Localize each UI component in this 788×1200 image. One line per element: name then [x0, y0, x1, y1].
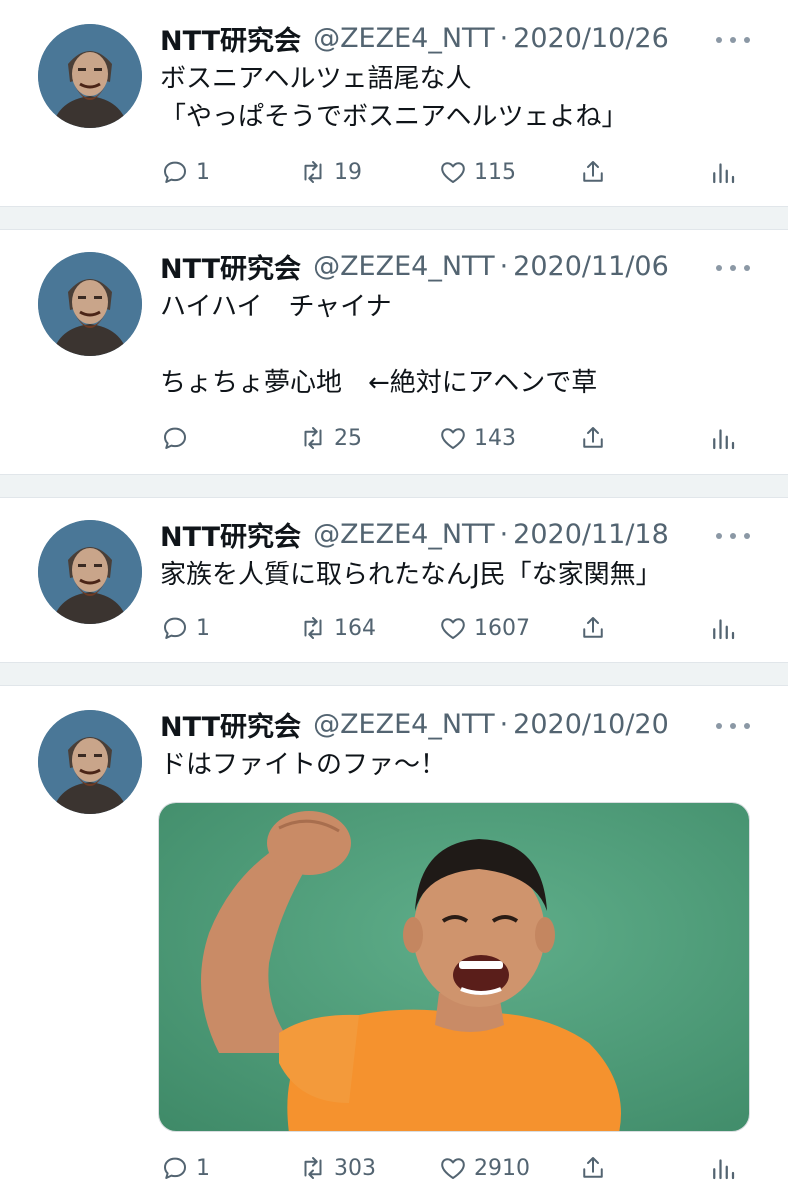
stats-button[interactable]: [708, 1148, 738, 1188]
avatar-portrait-icon: [38, 710, 142, 814]
retweet-button[interactable]: 303: [298, 1148, 376, 1188]
more-horizontal-icon[interactable]: [716, 526, 750, 546]
tweet-text: 家族を人質に取られたなんJ民「な家関無」: [160, 560, 662, 590]
tweet-date[interactable]: 2020/10/20: [513, 709, 669, 740]
like-button[interactable]: 115: [438, 152, 516, 192]
reply-button[interactable]: 1: [160, 1148, 210, 1188]
bar-stats-icon: [713, 163, 735, 184]
tweet-actions: 1 19 115: [0, 152, 788, 192]
tweet-separator: [0, 662, 788, 686]
tweet-text: ドはファイトのファ〜！: [160, 750, 447, 780]
reply-bubble-icon: [164, 1157, 186, 1179]
share-upload-icon: [583, 427, 603, 448]
heart-icon: [441, 428, 465, 449]
retweet-count: 164: [334, 615, 376, 641]
retweet-arrows-icon: [304, 617, 322, 639]
tweet-actions: 1 164 1607: [0, 608, 788, 648]
user-handle[interactable]: @ZEZE4_NTT: [313, 519, 495, 550]
display-name[interactable]: NTT研究会: [160, 247, 301, 286]
share-button[interactable]: [578, 608, 608, 648]
like-count: 143: [474, 425, 516, 451]
share-upload-icon: [583, 1157, 603, 1178]
tweet-text: ハイハイ チャイナ ちょちょ夢心地 ←絶対にアヘンで草: [160, 292, 598, 398]
like-button[interactable]: 2910: [438, 1148, 530, 1188]
tweet-separator: [0, 206, 788, 230]
retweet-arrows-icon: [304, 1157, 322, 1179]
avatar-portrait-icon: [38, 24, 142, 128]
retweet-count: 303: [334, 1155, 376, 1181]
reply-bubble-icon: [164, 617, 186, 639]
heart-icon: [441, 1158, 465, 1179]
tweet-header: NTT研究会 @ZEZE4_NTT · 2020/10/20: [160, 702, 669, 746]
avatar-portrait-icon: [38, 252, 142, 356]
bar-stats-icon: [713, 1159, 735, 1180]
reply-count: 1: [196, 615, 210, 641]
avatar[interactable]: [38, 710, 142, 814]
tweet-date[interactable]: 2020/10/26: [513, 23, 669, 54]
reply-button[interactable]: 1: [160, 608, 210, 648]
header-separator: ·: [499, 250, 509, 282]
more-horizontal-icon[interactable]: [716, 258, 750, 278]
stats-button[interactable]: [708, 418, 738, 458]
tweet-1[interactable]: NTT研究会 @ZEZE4_NTT · 2020/10/26 ボスニアヘルツェ語…: [0, 0, 788, 206]
share-upload-icon: [583, 617, 603, 638]
tweet-actions: 1 303 2910: [0, 1148, 788, 1188]
tweet-header: NTT研究会 @ZEZE4_NTT · 2020/11/06: [160, 244, 669, 288]
tweet-header: NTT研究会 @ZEZE4_NTT · 2020/11/18: [160, 512, 669, 556]
tweet-date[interactable]: 2020/11/18: [513, 519, 669, 550]
retweet-arrows-icon: [304, 427, 322, 449]
share-upload-icon: [583, 161, 603, 182]
share-button[interactable]: [578, 418, 608, 458]
more-horizontal-icon[interactable]: [716, 716, 750, 736]
retweet-count: 25: [334, 425, 362, 451]
stats-button[interactable]: [708, 608, 738, 648]
reply-button[interactable]: 1: [160, 152, 210, 192]
display-name[interactable]: NTT研究会: [160, 705, 301, 744]
share-button[interactable]: [578, 152, 608, 192]
user-handle[interactable]: @ZEZE4_NTT: [313, 709, 495, 740]
tweet-date[interactable]: 2020/11/06: [513, 251, 669, 282]
display-name[interactable]: NTT研究会: [160, 515, 301, 554]
avatar[interactable]: [38, 252, 142, 356]
heart-icon: [441, 618, 465, 639]
tweet-3[interactable]: NTT研究会 @ZEZE4_NTT · 2020/11/18 家族を人質に取られ…: [0, 498, 788, 662]
retweet-button[interactable]: 19: [298, 152, 362, 192]
reply-count: 1: [196, 1155, 210, 1181]
like-count: 1607: [474, 615, 530, 641]
retweet-button[interactable]: 164: [298, 608, 376, 648]
tweet-text: ボスニアヘルツェ語尾な人 「やっぱそうでボスニアヘルツェよね」: [160, 64, 628, 132]
reply-bubble-icon: [164, 427, 186, 449]
header-separator: ·: [499, 22, 509, 54]
display-name[interactable]: NTT研究会: [160, 19, 301, 58]
like-count: 115: [474, 159, 516, 185]
tweet-actions: 25 143: [0, 418, 788, 458]
stats-button[interactable]: [708, 152, 738, 192]
user-handle[interactable]: @ZEZE4_NTT: [313, 251, 495, 282]
like-count: 2910: [474, 1155, 530, 1181]
user-handle[interactable]: @ZEZE4_NTT: [313, 23, 495, 54]
reply-count: 1: [196, 159, 210, 185]
like-button[interactable]: 143: [438, 418, 516, 458]
retweet-arrows-icon: [304, 161, 322, 183]
retweet-button[interactable]: 25: [298, 418, 362, 458]
avatar[interactable]: [38, 24, 142, 128]
tweet-header: NTT研究会 @ZEZE4_NTT · 2020/10/26: [160, 16, 669, 60]
header-separator: ·: [499, 518, 509, 550]
cheering-man-image: [159, 803, 749, 1131]
heart-icon: [441, 162, 465, 183]
share-button[interactable]: [578, 1148, 608, 1188]
tweet-2[interactable]: NTT研究会 @ZEZE4_NTT · 2020/11/06 ハイハイ チャイナ…: [0, 230, 788, 474]
like-button[interactable]: 1607: [438, 608, 530, 648]
reply-bubble-icon: [164, 161, 186, 183]
more-horizontal-icon[interactable]: [716, 30, 750, 50]
tweet-separator: [0, 474, 788, 498]
reply-button[interactable]: [160, 418, 196, 458]
bar-stats-icon: [713, 429, 735, 450]
tweet-media-image[interactable]: [158, 802, 750, 1132]
retweet-count: 19: [334, 159, 362, 185]
header-separator: ·: [499, 708, 509, 740]
bar-stats-icon: [713, 619, 735, 640]
